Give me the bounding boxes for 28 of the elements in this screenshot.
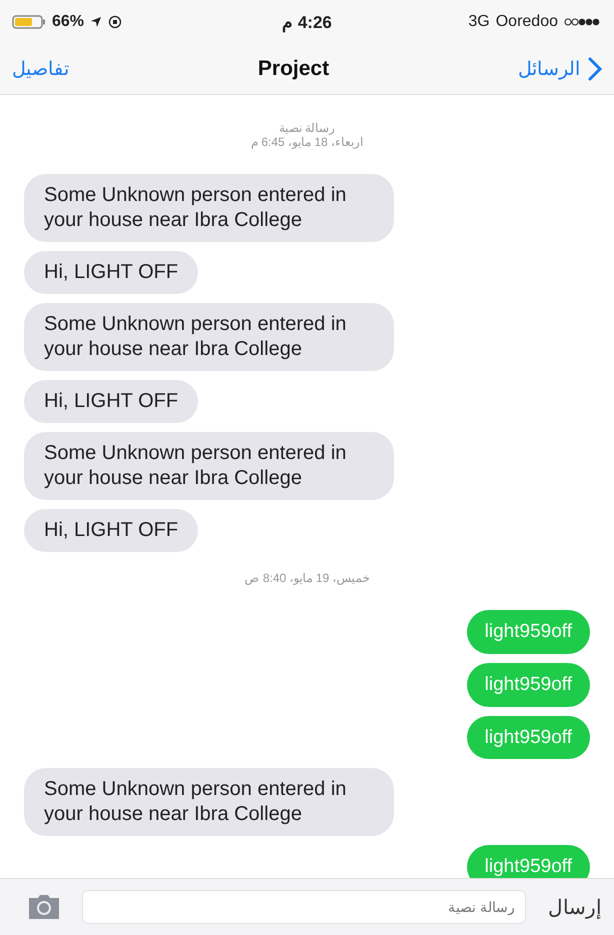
lock-rotation-icon <box>108 15 122 29</box>
timestamp: اربعاء، 18 مايو، 6:45 م <box>250 135 364 149</box>
received-message: Hi, LIGHT OFF <box>24 380 198 423</box>
received-message: Some Unknown person entered in your house near Ibra College <box>24 303 394 371</box>
send-button[interactable]: إرسال <box>548 894 602 920</box>
received-message: Hi, LIGHT OFF <box>24 251 198 294</box>
battery-percent: 66% <box>52 13 84 31</box>
sent-message: light959off <box>466 662 590 706</box>
received-message: Hi, LIGHT OFF <box>24 509 198 552</box>
chevron-icon <box>588 57 602 81</box>
sent-message: light959off <box>466 845 590 878</box>
status-time: 4:26 م <box>282 12 332 32</box>
camera-icon[interactable] <box>28 895 60 919</box>
received-message: Some Unknown person entered in your house near Ibra College <box>24 174 394 242</box>
network-type: 3G <box>468 13 490 31</box>
timestamp: رسالة نصية <box>278 121 336 135</box>
conversation-title: Project <box>258 57 330 81</box>
location-arrow-icon <box>90 16 102 28</box>
timestamp: خميس، 19 مايو، 8:40 ص <box>244 571 370 585</box>
battery-icon <box>12 15 46 29</box>
received-message: Some Unknown person entered in your house near Ibra College <box>24 432 394 500</box>
details-link[interactable]: تفاصيل <box>12 57 69 81</box>
received-message: Some Unknown person entered in your house near Ibra College <box>24 768 394 836</box>
signal-icon <box>564 18 602 26</box>
back-button[interactable]: الرسائل <box>518 57 602 81</box>
sent-message: light959off <box>466 610 590 654</box>
carrier-name: Ooredoo <box>496 13 558 31</box>
sent-message: light959off <box>466 716 590 760</box>
